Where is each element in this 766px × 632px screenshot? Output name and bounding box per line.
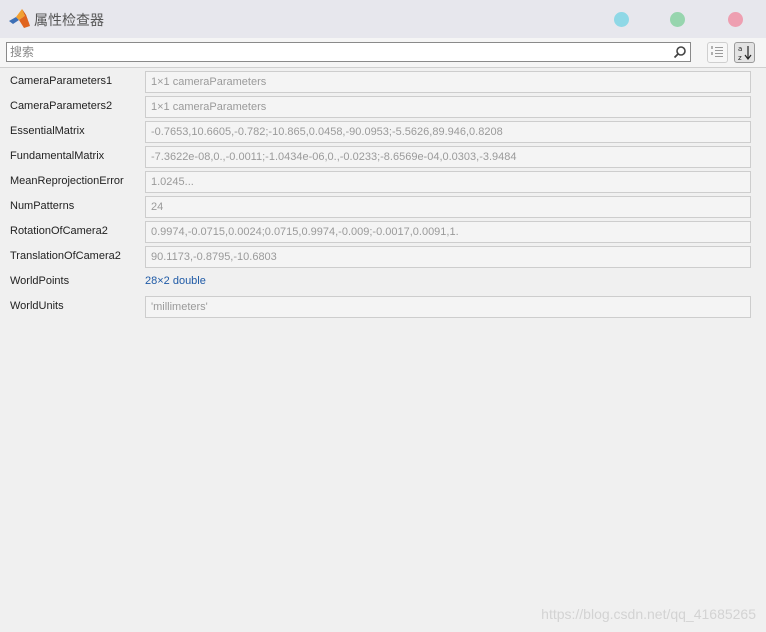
property-name: WorldPoints xyxy=(10,275,70,287)
property-row-fundamentalmatrix: FundamentalMatrix -7.3622e-08,0.,-0.0011… xyxy=(0,143,766,168)
minimize-button[interactable] xyxy=(614,12,629,27)
property-row-rotationofcamera2: RotationOfCamera2 0.9974,-0.0715,0.0024;… xyxy=(0,218,766,243)
property-row-essentialmatrix: EssentialMatrix -0.7653,10.6605,-0.782;-… xyxy=(0,118,766,143)
property-name: WorldUnits xyxy=(10,300,64,312)
property-name: CameraParameters1 xyxy=(10,75,113,87)
property-value-field[interactable]: -7.3622e-08,0.,-0.0011;-1.0434e-06,0.,-0… xyxy=(145,146,751,168)
alphabetical-view-button[interactable]: a z xyxy=(734,42,755,63)
property-row-numpatterns: NumPatterns 24 xyxy=(0,193,766,218)
property-value-field[interactable]: 1×1 cameraParameters xyxy=(145,71,751,93)
property-name: TranslationOfCamera2 xyxy=(10,250,121,262)
property-value-link[interactable]: 28×2 double xyxy=(145,275,206,287)
property-value-field[interactable]: 'millimeters' xyxy=(145,296,751,318)
svg-text:a: a xyxy=(738,45,742,53)
property-value-field[interactable]: 24 xyxy=(145,196,751,218)
property-value-field[interactable]: -0.7653,10.6605,-0.782;-10.865,0.0458,-9… xyxy=(145,121,751,143)
property-row-cameraparameters2: CameraParameters2 1×1 cameraParameters xyxy=(0,93,766,118)
grouped-list-icon xyxy=(711,46,723,57)
property-row-cameraparameters1: CameraParameters1 1×1 cameraParameters xyxy=(0,68,766,93)
svg-text:z: z xyxy=(738,54,742,62)
property-value-field[interactable]: 1×1 cameraParameters xyxy=(145,96,751,118)
property-row-worldunits: WorldUnits 'millimeters' xyxy=(0,293,766,318)
search-box xyxy=(6,42,691,62)
title-bar: 属性检查器 xyxy=(0,0,766,38)
grouped-view-button[interactable] xyxy=(707,42,728,63)
toolbar: a z xyxy=(0,38,766,68)
property-name: EssentialMatrix xyxy=(10,125,85,137)
property-name: CameraParameters2 xyxy=(10,100,113,112)
sort-az-icon: a z xyxy=(738,45,752,62)
property-value-field[interactable]: 0.9974,-0.0715,0.0024;0.0715,0.9974,-0.0… xyxy=(145,221,751,243)
property-inspector-window: 属性检查器 a z xyxy=(0,0,766,632)
window-title: 属性检查器 xyxy=(34,13,104,29)
watermark: https://blog.csdn.net/qq_41685265 xyxy=(541,606,756,622)
property-name: RotationOfCamera2 xyxy=(10,225,108,237)
property-row-translationofcamera2: TranslationOfCamera2 90.1173,-0.8795,-10… xyxy=(0,243,766,268)
property-row-worldpoints: WorldPoints 28×2 double xyxy=(0,268,766,293)
search-icon[interactable] xyxy=(673,45,687,59)
property-list: CameraParameters1 1×1 cameraParameters C… xyxy=(0,68,766,318)
search-input[interactable] xyxy=(10,44,670,60)
property-value-field[interactable]: 90.1173,-0.8795,-10.6803 xyxy=(145,246,751,268)
matlab-logo-icon xyxy=(9,9,30,28)
maximize-button[interactable] xyxy=(670,12,685,27)
property-value-field[interactable]: 1.0245... xyxy=(145,171,751,193)
property-name: MeanReprojectionError xyxy=(10,175,124,187)
property-name: FundamentalMatrix xyxy=(10,150,105,162)
property-row-meanreprojectionerror: MeanReprojectionError 1.0245... xyxy=(0,168,766,193)
close-button[interactable] xyxy=(728,12,743,27)
property-name: NumPatterns xyxy=(10,200,75,212)
